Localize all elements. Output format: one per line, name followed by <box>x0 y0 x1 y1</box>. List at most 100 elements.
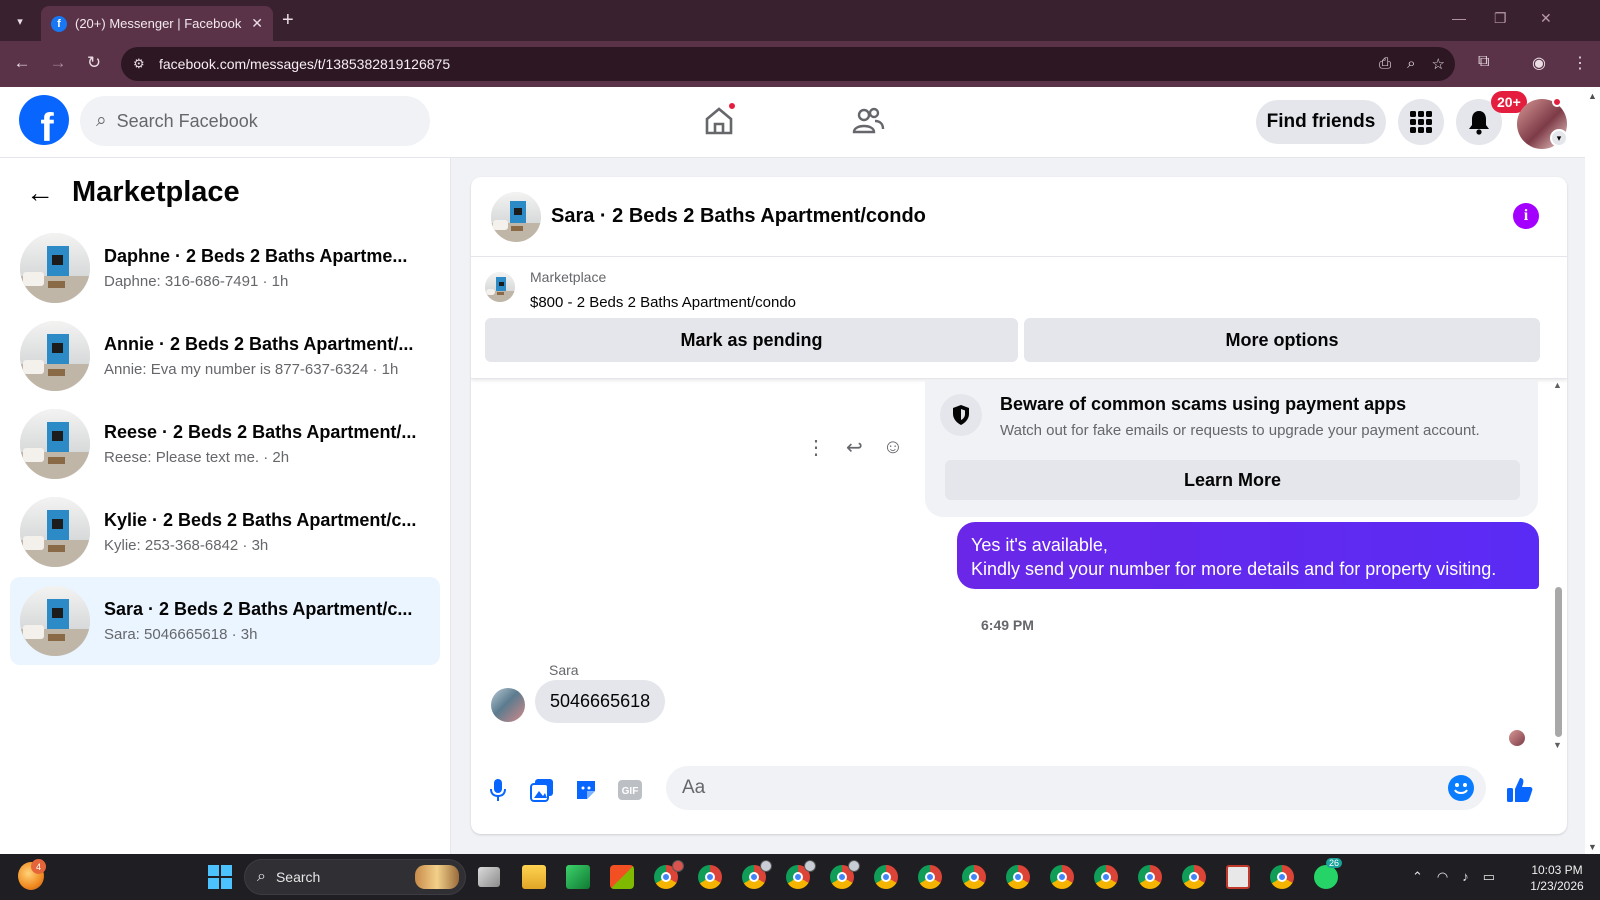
photo-gallery-icon[interactable] <box>529 777 555 803</box>
extensions-icon[interactable]: ⧉ <box>1478 53 1489 71</box>
sticker-icon[interactable] <box>573 777 599 803</box>
windows-start-icon[interactable] <box>208 865 232 889</box>
back-arrow-icon[interactable]: ← <box>26 177 54 209</box>
chrome-icon[interactable] <box>1094 865 1118 889</box>
browser-tab-bar: ▾ f (20+) Messenger | Facebook ✕ + — ❐ ✕ <box>0 0 1600 41</box>
task-view-icon[interactable] <box>478 867 500 887</box>
zoom-icon[interactable]: ⌕ <box>1407 55 1415 73</box>
file-explorer-icon[interactable] <box>522 865 546 889</box>
message-composer: GIF <box>471 755 1567 834</box>
chrome-icon[interactable] <box>786 860 816 889</box>
snipping-tool-icon[interactable] <box>1226 865 1250 889</box>
clock-time: 10:03 PM <box>1531 863 1583 877</box>
chat-scroll-thumb[interactable] <box>1555 587 1562 737</box>
site-info-icon[interactable]: ⚙ <box>133 56 153 72</box>
profile-icon[interactable]: ◉ <box>1532 53 1546 73</box>
tab-search-chevron-icon[interactable]: ▾ <box>8 9 32 33</box>
conversation-item[interactable]: Kylie · 2 Beds 2 Baths Apartment/c... Ky… <box>10 488 440 576</box>
more-vertical-icon[interactable]: ⋮ <box>806 435 826 460</box>
new-tab-icon[interactable]: + <box>282 9 294 31</box>
chrome-icon[interactable] <box>1182 865 1206 889</box>
wifi-icon[interactable]: ◠ <box>1437 869 1448 885</box>
account-chevron-down-icon[interactable]: ▾ <box>1550 129 1568 147</box>
message-input-field[interactable] <box>666 766 1486 810</box>
thumbs-up-icon[interactable] <box>1505 775 1535 805</box>
chat-scrollbar[interactable]: ▲ ▼ <box>1551 380 1565 750</box>
find-friends-button[interactable]: Find friends <box>1256 100 1386 144</box>
scroll-up-arrow-icon[interactable]: ▲ <box>1588 91 1597 101</box>
emoji-icon[interactable] <box>1448 775 1474 801</box>
search-input[interactable] <box>116 110 397 132</box>
tab-close-icon[interactable]: ✕ <box>251 15 263 32</box>
reload-icon[interactable]: ↻ <box>83 53 105 73</box>
microphone-icon[interactable] <box>485 777 511 803</box>
message-thread: ⋮ ↩ ☺ Beware of common scams using payme… <box>471 380 1567 755</box>
install-app-icon[interactable]: ⎙ <box>1379 55 1391 73</box>
reply-icon[interactable]: ↩ <box>846 435 863 460</box>
restore-icon[interactable]: ❐ <box>1494 10 1507 27</box>
chat-title[interactable]: Sara · 2 Beds 2 Baths Apartment/condo <box>551 205 926 228</box>
menu-grid-icon[interactable] <box>1398 99 1444 145</box>
bookmark-star-icon[interactable]: ☆ <box>1432 55 1445 73</box>
scroll-down-arrow-icon[interactable]: ▼ <box>1588 842 1597 852</box>
listing-price-title[interactable]: $800 - 2 Beds 2 Baths Apartment/condo <box>530 294 796 311</box>
chrome-icon[interactable] <box>874 865 898 889</box>
tray-chevron-up-icon[interactable]: ⌃ <box>1412 869 1423 885</box>
conversation-item[interactable]: Annie · 2 Beds 2 Baths Apartment/... Ann… <box>10 312 440 400</box>
chrome-icon[interactable] <box>1006 865 1030 889</box>
taskbar-clock[interactable]: 10:03 PM 1/23/2026 <box>1522 862 1592 894</box>
friends-icon[interactable] <box>848 101 888 141</box>
volume-icon[interactable]: ♪ <box>1462 869 1469 885</box>
gif-icon[interactable]: GIF <box>617 777 643 803</box>
chrome-icon[interactable] <box>1270 865 1294 889</box>
seen-indicator-avatar <box>1509 730 1525 746</box>
message-actions: ⋮ ↩ ☺ <box>806 435 903 460</box>
chat-scroll-down-icon[interactable]: ▼ <box>1553 740 1562 750</box>
scam-warning-title: Beware of common scams using payment app… <box>1000 394 1407 414</box>
chat-scroll-up-icon[interactable]: ▲ <box>1553 380 1562 390</box>
clock-date: 1/23/2026 <box>1530 879 1584 893</box>
battery-icon[interactable]: ▭ <box>1483 869 1495 885</box>
browser-tab[interactable]: f (20+) Messenger | Facebook ✕ <box>41 6 273 41</box>
info-icon[interactable]: i <box>1513 203 1539 229</box>
home-icon[interactable] <box>699 101 739 141</box>
profile-notification-dot <box>1552 97 1562 107</box>
window-close-icon[interactable]: ✕ <box>1540 10 1552 27</box>
chrome-icon[interactable] <box>1138 865 1162 889</box>
chrome-icon[interactable] <box>918 865 942 889</box>
more-options-button[interactable]: More options <box>1024 318 1540 362</box>
conversation-item-active[interactable]: Sara · 2 Beds 2 Baths Apartment/c... Sar… <box>10 577 440 665</box>
sender-avatar[interactable] <box>491 688 525 722</box>
address-bar[interactable]: ⚙ facebook.com/messages/t/13853828191268… <box>121 47 1455 81</box>
forward-arrow-icon[interactable]: → <box>47 53 69 73</box>
chrome-icon[interactable] <box>1050 865 1074 889</box>
system-tray: ⌃ ◠ ♪ ▭ <box>1412 869 1495 885</box>
chrome-menu-icon[interactable]: ⋮ <box>1572 53 1588 73</box>
react-emoji-icon[interactable]: ☺ <box>883 436 903 459</box>
sheets-app-icon[interactable] <box>566 865 590 889</box>
chrome-icon[interactable] <box>654 860 684 889</box>
learn-more-button[interactable]: Learn More <box>945 460 1520 500</box>
microsoft-store-icon[interactable] <box>610 865 634 889</box>
message-input[interactable] <box>682 777 1402 799</box>
incoming-message-bubble[interactable]: 5046665618 <box>535 680 666 723</box>
facebook-search[interactable]: ⌕ <box>80 96 430 146</box>
chrome-icon[interactable] <box>742 860 772 889</box>
chrome-icon[interactable] <box>698 865 722 889</box>
conversation-preview: Daphne: 316-686-7491 · 1h <box>104 273 289 290</box>
browser-toolbar: ← → ↻ ⚙ facebook.com/messages/t/13853828… <box>0 41 1600 87</box>
chrome-icon[interactable] <box>962 865 986 889</box>
taskbar-search[interactable]: ⌕ Search <box>244 859 466 895</box>
conversation-name: Daphne · 2 Beds 2 Baths Apartme... <box>104 246 408 266</box>
conversation-item[interactable]: Daphne · 2 Beds 2 Baths Apartme... Daphn… <box>10 224 440 312</box>
outgoing-message-bubble[interactable]: Yes it's available, Kindly send your num… <box>957 522 1539 589</box>
conversation-item[interactable]: Reese · 2 Beds 2 Baths Apartment/... Ree… <box>10 400 440 488</box>
minimize-icon[interactable]: — <box>1452 10 1466 26</box>
facebook-logo-icon[interactable]: f <box>19 95 69 145</box>
back-arrow-icon[interactable]: ← <box>11 53 33 73</box>
mark-as-pending-button[interactable]: Mark as pending <box>485 318 1018 362</box>
chrome-icon[interactable] <box>830 860 860 889</box>
whatsapp-icon[interactable]: 26 <box>1314 858 1343 889</box>
chat-listing-thumbnail[interactable] <box>491 191 541 242</box>
page-scrollbar[interactable]: ▲ ▼ <box>1585 87 1600 854</box>
